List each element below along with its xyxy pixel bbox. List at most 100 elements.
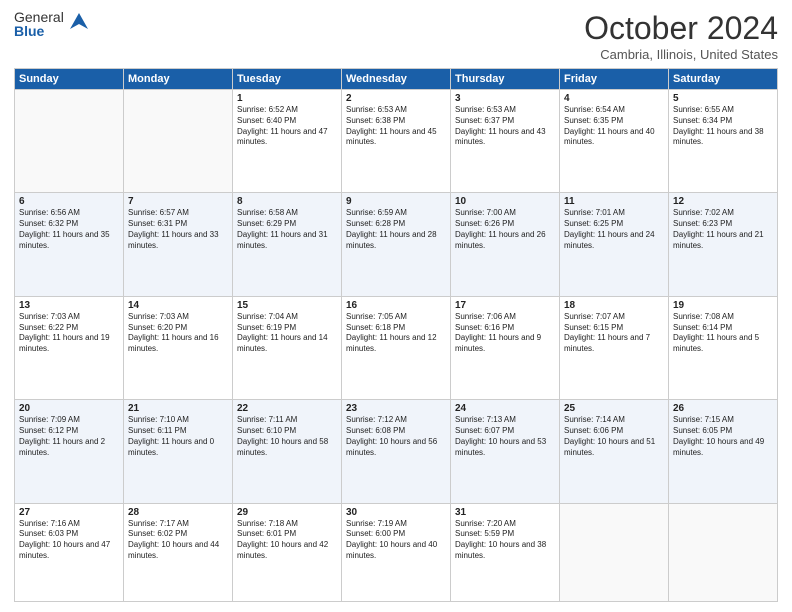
calendar-cell: 31Sunrise: 7:20 AM Sunset: 5:59 PM Dayli… (451, 503, 560, 601)
cell-content: Sunrise: 7:17 AM Sunset: 6:02 PM Dayligh… (128, 519, 228, 562)
calendar-cell: 28Sunrise: 7:17 AM Sunset: 6:02 PM Dayli… (124, 503, 233, 601)
calendar-week-row: 6Sunrise: 6:56 AM Sunset: 6:32 PM Daylig… (15, 193, 778, 296)
logo-blue: Blue (14, 24, 64, 38)
cell-content: Sunrise: 7:11 AM Sunset: 6:10 PM Dayligh… (237, 415, 337, 458)
day-number: 25 (564, 403, 664, 414)
cell-content: Sunrise: 7:09 AM Sunset: 6:12 PM Dayligh… (19, 415, 119, 458)
col-header-sunday: Sunday (15, 69, 124, 90)
calendar-cell: 18Sunrise: 7:07 AM Sunset: 6:15 PM Dayli… (560, 296, 669, 399)
calendar-cell (560, 503, 669, 601)
col-header-tuesday: Tuesday (233, 69, 342, 90)
cell-content: Sunrise: 7:20 AM Sunset: 5:59 PM Dayligh… (455, 519, 555, 562)
day-number: 2 (346, 93, 446, 104)
calendar-cell: 22Sunrise: 7:11 AM Sunset: 6:10 PM Dayli… (233, 400, 342, 503)
cell-content: Sunrise: 7:01 AM Sunset: 6:25 PM Dayligh… (564, 208, 664, 251)
cell-content: Sunrise: 6:52 AM Sunset: 6:40 PM Dayligh… (237, 105, 337, 148)
header: General Blue October 2024 Cambria, Illin… (14, 10, 778, 62)
cell-content: Sunrise: 7:03 AM Sunset: 6:20 PM Dayligh… (128, 312, 228, 355)
day-number: 21 (128, 403, 228, 414)
calendar-cell: 8Sunrise: 6:58 AM Sunset: 6:29 PM Daylig… (233, 193, 342, 296)
cell-content: Sunrise: 7:06 AM Sunset: 6:16 PM Dayligh… (455, 312, 555, 355)
day-number: 10 (455, 196, 555, 207)
logo-text: General Blue (14, 10, 64, 38)
calendar-cell: 21Sunrise: 7:10 AM Sunset: 6:11 PM Dayli… (124, 400, 233, 503)
cell-content: Sunrise: 7:15 AM Sunset: 6:05 PM Dayligh… (673, 415, 773, 458)
day-number: 14 (128, 300, 228, 311)
cell-content: Sunrise: 6:58 AM Sunset: 6:29 PM Dayligh… (237, 208, 337, 251)
calendar-cell: 6Sunrise: 6:56 AM Sunset: 6:32 PM Daylig… (15, 193, 124, 296)
calendar-cell: 1Sunrise: 6:52 AM Sunset: 6:40 PM Daylig… (233, 90, 342, 193)
day-number: 28 (128, 507, 228, 518)
day-number: 12 (673, 196, 773, 207)
calendar-cell: 23Sunrise: 7:12 AM Sunset: 6:08 PM Dayli… (342, 400, 451, 503)
cell-content: Sunrise: 7:00 AM Sunset: 6:26 PM Dayligh… (455, 208, 555, 251)
cell-content: Sunrise: 7:02 AM Sunset: 6:23 PM Dayligh… (673, 208, 773, 251)
calendar-cell: 4Sunrise: 6:54 AM Sunset: 6:35 PM Daylig… (560, 90, 669, 193)
calendar-cell: 12Sunrise: 7:02 AM Sunset: 6:23 PM Dayli… (669, 193, 778, 296)
title-block: October 2024 Cambria, Illinois, United S… (584, 10, 778, 62)
cell-content: Sunrise: 7:14 AM Sunset: 6:06 PM Dayligh… (564, 415, 664, 458)
calendar-week-row: 1Sunrise: 6:52 AM Sunset: 6:40 PM Daylig… (15, 90, 778, 193)
day-number: 29 (237, 507, 337, 518)
calendar-header-row: SundayMondayTuesdayWednesdayThursdayFrid… (15, 69, 778, 90)
day-number: 8 (237, 196, 337, 207)
calendar-table: SundayMondayTuesdayWednesdayThursdayFrid… (14, 68, 778, 602)
calendar-cell: 24Sunrise: 7:13 AM Sunset: 6:07 PM Dayli… (451, 400, 560, 503)
col-header-friday: Friday (560, 69, 669, 90)
day-number: 13 (19, 300, 119, 311)
calendar-cell: 13Sunrise: 7:03 AM Sunset: 6:22 PM Dayli… (15, 296, 124, 399)
day-number: 16 (346, 300, 446, 311)
calendar-cell: 26Sunrise: 7:15 AM Sunset: 6:05 PM Dayli… (669, 400, 778, 503)
cell-content: Sunrise: 7:12 AM Sunset: 6:08 PM Dayligh… (346, 415, 446, 458)
calendar-cell: 19Sunrise: 7:08 AM Sunset: 6:14 PM Dayli… (669, 296, 778, 399)
cell-content: Sunrise: 7:19 AM Sunset: 6:00 PM Dayligh… (346, 519, 446, 562)
day-number: 1 (237, 93, 337, 104)
cell-content: Sunrise: 7:07 AM Sunset: 6:15 PM Dayligh… (564, 312, 664, 355)
calendar-cell: 9Sunrise: 6:59 AM Sunset: 6:28 PM Daylig… (342, 193, 451, 296)
day-number: 15 (237, 300, 337, 311)
cell-content: Sunrise: 6:56 AM Sunset: 6:32 PM Dayligh… (19, 208, 119, 251)
calendar-cell: 3Sunrise: 6:53 AM Sunset: 6:37 PM Daylig… (451, 90, 560, 193)
calendar-cell: 7Sunrise: 6:57 AM Sunset: 6:31 PM Daylig… (124, 193, 233, 296)
col-header-wednesday: Wednesday (342, 69, 451, 90)
day-number: 18 (564, 300, 664, 311)
logo-general: General (14, 10, 64, 24)
cell-content: Sunrise: 7:10 AM Sunset: 6:11 PM Dayligh… (128, 415, 228, 458)
calendar-cell: 16Sunrise: 7:05 AM Sunset: 6:18 PM Dayli… (342, 296, 451, 399)
logo-bird-icon (68, 11, 90, 38)
cell-content: Sunrise: 6:54 AM Sunset: 6:35 PM Dayligh… (564, 105, 664, 148)
calendar-cell: 15Sunrise: 7:04 AM Sunset: 6:19 PM Dayli… (233, 296, 342, 399)
col-header-thursday: Thursday (451, 69, 560, 90)
calendar-cell (124, 90, 233, 193)
day-number: 27 (19, 507, 119, 518)
cell-content: Sunrise: 6:57 AM Sunset: 6:31 PM Dayligh… (128, 208, 228, 251)
subtitle: Cambria, Illinois, United States (584, 47, 778, 62)
cell-content: Sunrise: 6:53 AM Sunset: 6:38 PM Dayligh… (346, 105, 446, 148)
day-number: 7 (128, 196, 228, 207)
cell-content: Sunrise: 7:05 AM Sunset: 6:18 PM Dayligh… (346, 312, 446, 355)
day-number: 23 (346, 403, 446, 414)
day-number: 9 (346, 196, 446, 207)
day-number: 22 (237, 403, 337, 414)
calendar-cell: 5Sunrise: 6:55 AM Sunset: 6:34 PM Daylig… (669, 90, 778, 193)
day-number: 3 (455, 93, 555, 104)
day-number: 24 (455, 403, 555, 414)
calendar-cell: 17Sunrise: 7:06 AM Sunset: 6:16 PM Dayli… (451, 296, 560, 399)
day-number: 11 (564, 196, 664, 207)
calendar-cell: 2Sunrise: 6:53 AM Sunset: 6:38 PM Daylig… (342, 90, 451, 193)
day-number: 19 (673, 300, 773, 311)
day-number: 5 (673, 93, 773, 104)
calendar-week-row: 20Sunrise: 7:09 AM Sunset: 6:12 PM Dayli… (15, 400, 778, 503)
calendar-cell: 20Sunrise: 7:09 AM Sunset: 6:12 PM Dayli… (15, 400, 124, 503)
day-number: 31 (455, 507, 555, 518)
calendar-cell: 30Sunrise: 7:19 AM Sunset: 6:00 PM Dayli… (342, 503, 451, 601)
calendar-cell (15, 90, 124, 193)
page: General Blue October 2024 Cambria, Illin… (0, 0, 792, 612)
day-number: 26 (673, 403, 773, 414)
col-header-monday: Monday (124, 69, 233, 90)
col-header-saturday: Saturday (669, 69, 778, 90)
day-number: 20 (19, 403, 119, 414)
calendar-week-row: 13Sunrise: 7:03 AM Sunset: 6:22 PM Dayli… (15, 296, 778, 399)
calendar-week-row: 27Sunrise: 7:16 AM Sunset: 6:03 PM Dayli… (15, 503, 778, 601)
cell-content: Sunrise: 6:55 AM Sunset: 6:34 PM Dayligh… (673, 105, 773, 148)
